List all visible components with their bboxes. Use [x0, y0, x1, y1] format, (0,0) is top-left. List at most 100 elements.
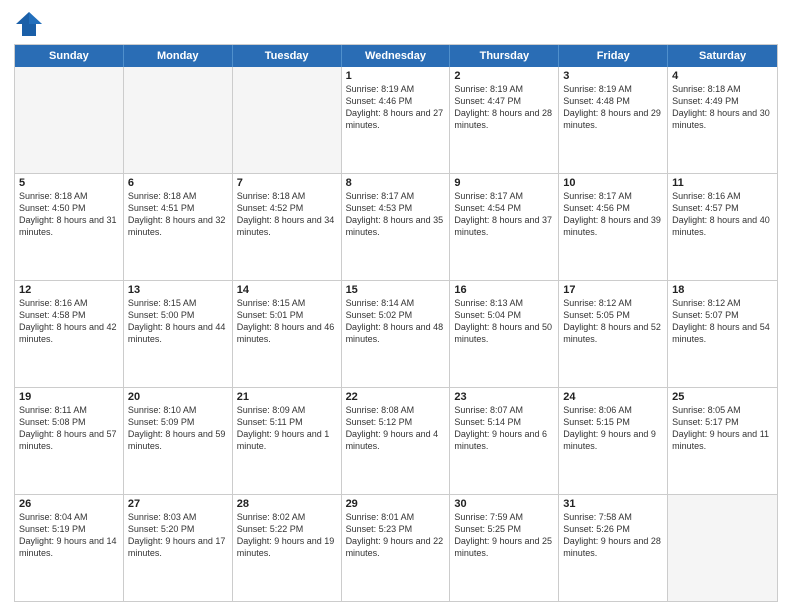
day-number: 29 — [346, 498, 446, 510]
calendar-header: SundayMondayTuesdayWednesdayThursdayFrid… — [15, 45, 777, 67]
day-number: 10 — [563, 177, 663, 189]
day-number: 15 — [346, 284, 446, 296]
cal-cell: 9Sunrise: 8:17 AM Sunset: 4:54 PM Daylig… — [450, 174, 559, 280]
day-number: 5 — [19, 177, 119, 189]
day-number: 19 — [19, 391, 119, 403]
cal-cell: 2Sunrise: 8:19 AM Sunset: 4:47 PM Daylig… — [450, 67, 559, 173]
cal-cell — [15, 67, 124, 173]
cell-info: Sunrise: 8:18 AM Sunset: 4:51 PM Dayligh… — [128, 190, 228, 239]
day-number: 13 — [128, 284, 228, 296]
cell-info: Sunrise: 8:02 AM Sunset: 5:22 PM Dayligh… — [237, 511, 337, 560]
cal-cell: 3Sunrise: 8:19 AM Sunset: 4:48 PM Daylig… — [559, 67, 668, 173]
day-number: 1 — [346, 70, 446, 82]
cell-info: Sunrise: 8:08 AM Sunset: 5:12 PM Dayligh… — [346, 404, 446, 453]
weekday-header-tuesday: Tuesday — [233, 45, 342, 67]
cell-info: Sunrise: 8:11 AM Sunset: 5:08 PM Dayligh… — [19, 404, 119, 453]
cal-cell — [124, 67, 233, 173]
cal-cell: 23Sunrise: 8:07 AM Sunset: 5:14 PM Dayli… — [450, 388, 559, 494]
day-number: 11 — [672, 177, 773, 189]
cal-cell: 6Sunrise: 8:18 AM Sunset: 4:51 PM Daylig… — [124, 174, 233, 280]
day-number: 7 — [237, 177, 337, 189]
cal-cell: 11Sunrise: 8:16 AM Sunset: 4:57 PM Dayli… — [668, 174, 777, 280]
cal-cell: 29Sunrise: 8:01 AM Sunset: 5:23 PM Dayli… — [342, 495, 451, 601]
cal-cell: 27Sunrise: 8:03 AM Sunset: 5:20 PM Dayli… — [124, 495, 233, 601]
day-number: 26 — [19, 498, 119, 510]
cal-row-3: 19Sunrise: 8:11 AM Sunset: 5:08 PM Dayli… — [15, 388, 777, 495]
cell-info: Sunrise: 8:06 AM Sunset: 5:15 PM Dayligh… — [563, 404, 663, 453]
cell-info: Sunrise: 8:04 AM Sunset: 5:19 PM Dayligh… — [19, 511, 119, 560]
day-number: 23 — [454, 391, 554, 403]
weekday-header-friday: Friday — [559, 45, 668, 67]
day-number: 22 — [346, 391, 446, 403]
day-number: 20 — [128, 391, 228, 403]
cell-info: Sunrise: 8:15 AM Sunset: 5:01 PM Dayligh… — [237, 297, 337, 346]
day-number: 14 — [237, 284, 337, 296]
cal-cell: 17Sunrise: 8:12 AM Sunset: 5:05 PM Dayli… — [559, 281, 668, 387]
cal-cell: 4Sunrise: 8:18 AM Sunset: 4:49 PM Daylig… — [668, 67, 777, 173]
cal-cell: 26Sunrise: 8:04 AM Sunset: 5:19 PM Dayli… — [15, 495, 124, 601]
cal-cell: 31Sunrise: 7:58 AM Sunset: 5:26 PM Dayli… — [559, 495, 668, 601]
day-number: 31 — [563, 498, 663, 510]
cal-cell: 22Sunrise: 8:08 AM Sunset: 5:12 PM Dayli… — [342, 388, 451, 494]
cell-info: Sunrise: 8:18 AM Sunset: 4:50 PM Dayligh… — [19, 190, 119, 239]
calendar-body: 1Sunrise: 8:19 AM Sunset: 4:46 PM Daylig… — [15, 67, 777, 601]
cal-cell: 13Sunrise: 8:15 AM Sunset: 5:00 PM Dayli… — [124, 281, 233, 387]
cal-row-1: 5Sunrise: 8:18 AM Sunset: 4:50 PM Daylig… — [15, 174, 777, 281]
cal-cell: 1Sunrise: 8:19 AM Sunset: 4:46 PM Daylig… — [342, 67, 451, 173]
cal-cell: 24Sunrise: 8:06 AM Sunset: 5:15 PM Dayli… — [559, 388, 668, 494]
cal-cell: 7Sunrise: 8:18 AM Sunset: 4:52 PM Daylig… — [233, 174, 342, 280]
cell-info: Sunrise: 8:07 AM Sunset: 5:14 PM Dayligh… — [454, 404, 554, 453]
cal-cell: 10Sunrise: 8:17 AM Sunset: 4:56 PM Dayli… — [559, 174, 668, 280]
day-number: 28 — [237, 498, 337, 510]
cal-cell: 14Sunrise: 8:15 AM Sunset: 5:01 PM Dayli… — [233, 281, 342, 387]
day-number: 3 — [563, 70, 663, 82]
cal-row-2: 12Sunrise: 8:16 AM Sunset: 4:58 PM Dayli… — [15, 281, 777, 388]
cell-info: Sunrise: 8:12 AM Sunset: 5:05 PM Dayligh… — [563, 297, 663, 346]
cal-cell: 18Sunrise: 8:12 AM Sunset: 5:07 PM Dayli… — [668, 281, 777, 387]
cell-info: Sunrise: 8:15 AM Sunset: 5:00 PM Dayligh… — [128, 297, 228, 346]
cell-info: Sunrise: 8:19 AM Sunset: 4:46 PM Dayligh… — [346, 83, 446, 132]
cal-cell: 20Sunrise: 8:10 AM Sunset: 5:09 PM Dayli… — [124, 388, 233, 494]
calendar: SundayMondayTuesdayWednesdayThursdayFrid… — [14, 44, 778, 602]
cal-cell: 8Sunrise: 8:17 AM Sunset: 4:53 PM Daylig… — [342, 174, 451, 280]
day-number: 4 — [672, 70, 773, 82]
cell-info: Sunrise: 8:16 AM Sunset: 4:58 PM Dayligh… — [19, 297, 119, 346]
cell-info: Sunrise: 7:59 AM Sunset: 5:25 PM Dayligh… — [454, 511, 554, 560]
logo-icon — [14, 10, 44, 38]
header — [14, 10, 778, 38]
cell-info: Sunrise: 8:09 AM Sunset: 5:11 PM Dayligh… — [237, 404, 337, 453]
cell-info: Sunrise: 8:01 AM Sunset: 5:23 PM Dayligh… — [346, 511, 446, 560]
cal-cell: 16Sunrise: 8:13 AM Sunset: 5:04 PM Dayli… — [450, 281, 559, 387]
cell-info: Sunrise: 8:16 AM Sunset: 4:57 PM Dayligh… — [672, 190, 773, 239]
day-number: 9 — [454, 177, 554, 189]
cell-info: Sunrise: 8:17 AM Sunset: 4:56 PM Dayligh… — [563, 190, 663, 239]
cal-cell: 19Sunrise: 8:11 AM Sunset: 5:08 PM Dayli… — [15, 388, 124, 494]
cell-info: Sunrise: 8:10 AM Sunset: 5:09 PM Dayligh… — [128, 404, 228, 453]
day-number: 25 — [672, 391, 773, 403]
weekday-header-monday: Monday — [124, 45, 233, 67]
cell-info: Sunrise: 8:17 AM Sunset: 4:53 PM Dayligh… — [346, 190, 446, 239]
cell-info: Sunrise: 8:05 AM Sunset: 5:17 PM Dayligh… — [672, 404, 773, 453]
cal-row-4: 26Sunrise: 8:04 AM Sunset: 5:19 PM Dayli… — [15, 495, 777, 601]
weekday-header-saturday: Saturday — [668, 45, 777, 67]
cell-info: Sunrise: 8:18 AM Sunset: 4:52 PM Dayligh… — [237, 190, 337, 239]
page: SundayMondayTuesdayWednesdayThursdayFrid… — [0, 0, 792, 612]
cell-info: Sunrise: 8:19 AM Sunset: 4:48 PM Dayligh… — [563, 83, 663, 132]
cal-cell: 12Sunrise: 8:16 AM Sunset: 4:58 PM Dayli… — [15, 281, 124, 387]
day-number: 6 — [128, 177, 228, 189]
cal-cell: 15Sunrise: 8:14 AM Sunset: 5:02 PM Dayli… — [342, 281, 451, 387]
cell-info: Sunrise: 8:18 AM Sunset: 4:49 PM Dayligh… — [672, 83, 773, 132]
cell-info: Sunrise: 8:12 AM Sunset: 5:07 PM Dayligh… — [672, 297, 773, 346]
cal-cell: 30Sunrise: 7:59 AM Sunset: 5:25 PM Dayli… — [450, 495, 559, 601]
day-number: 24 — [563, 391, 663, 403]
day-number: 27 — [128, 498, 228, 510]
day-number: 2 — [454, 70, 554, 82]
day-number: 12 — [19, 284, 119, 296]
cell-info: Sunrise: 8:13 AM Sunset: 5:04 PM Dayligh… — [454, 297, 554, 346]
day-number: 18 — [672, 284, 773, 296]
cell-info: Sunrise: 8:19 AM Sunset: 4:47 PM Dayligh… — [454, 83, 554, 132]
cal-cell: 21Sunrise: 8:09 AM Sunset: 5:11 PM Dayli… — [233, 388, 342, 494]
cal-cell: 28Sunrise: 8:02 AM Sunset: 5:22 PM Dayli… — [233, 495, 342, 601]
cell-info: Sunrise: 8:17 AM Sunset: 4:54 PM Dayligh… — [454, 190, 554, 239]
weekday-header-sunday: Sunday — [15, 45, 124, 67]
